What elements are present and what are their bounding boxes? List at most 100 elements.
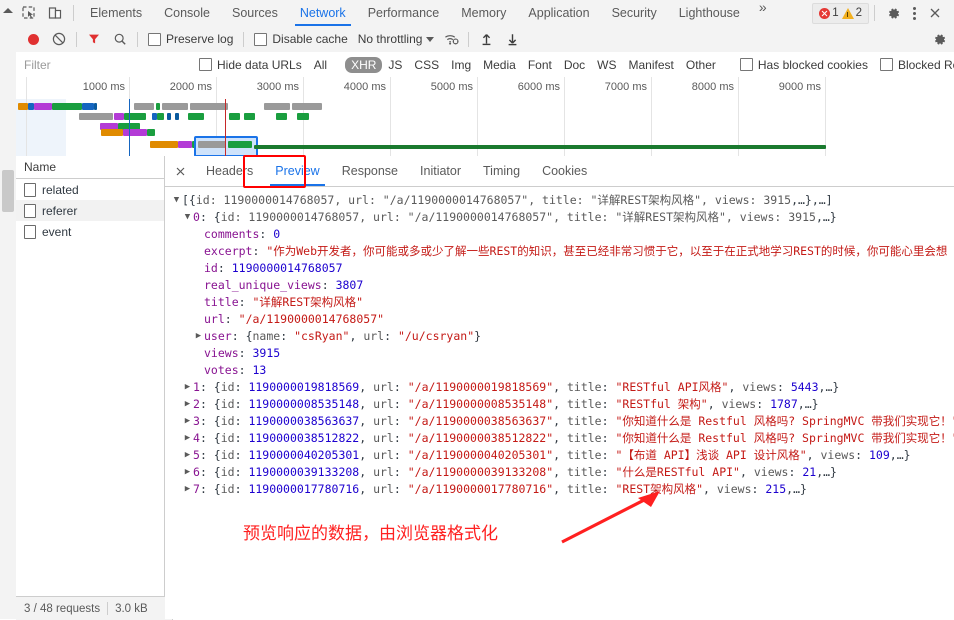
network-toolbar-right	[926, 27, 954, 51]
json-item-4-line[interactable]: ▶ 4: { id: 1190000038512822, url: "/a/11…	[171, 430, 954, 447]
search-button[interactable]	[107, 27, 133, 51]
tab-headers[interactable]: Headers	[195, 157, 264, 186]
network-overview[interactable]: 1000 ms 2000 ms 3000 ms 4000 ms 5000 ms …	[16, 77, 954, 157]
scroll-up-caret-icon[interactable]	[3, 8, 13, 13]
tab-lighthouse[interactable]: Lighthouse	[668, 0, 751, 26]
json-value: 3915	[252, 346, 281, 360]
error-badge[interactable]: 1	[819, 7, 839, 19]
expand-triangle-icon[interactable]: ▶	[182, 481, 193, 498]
tab-timing[interactable]: Timing	[472, 157, 531, 186]
json-prop-real-unique-views: real_unique_views : 3807	[204, 278, 364, 292]
preserve-log-label: Preserve log	[166, 32, 234, 46]
devtools-tabbar: Elements Console Sources Network Perform…	[16, 0, 954, 27]
device-toolbar-icon[interactable]	[42, 1, 68, 25]
collapse-triangle-icon[interactable]: ▼	[171, 192, 182, 209]
json-value: 1190000017780716	[248, 482, 360, 496]
filter-type-ws[interactable]: WS	[591, 57, 622, 73]
expand-triangle-icon[interactable]: ▶	[193, 328, 204, 345]
clear-button[interactable]	[46, 27, 72, 51]
tabbar-right-controls: 1 2	[812, 1, 954, 25]
tab-network[interactable]: Network	[289, 0, 357, 26]
json-key: url	[373, 482, 394, 496]
list-item[interactable]: event	[16, 221, 164, 242]
record-button[interactable]	[20, 27, 46, 51]
tab-initiator[interactable]: Initiator	[409, 157, 472, 186]
tab-elements[interactable]: Elements	[79, 0, 153, 26]
expand-triangle-icon[interactable]: ▶	[182, 413, 193, 430]
filter-type-font[interactable]: Font	[522, 57, 558, 73]
gear-icon[interactable]	[880, 1, 906, 25]
json-key: comments	[204, 227, 260, 241]
json-key: url	[363, 329, 385, 343]
tab-performance[interactable]: Performance	[357, 0, 451, 26]
has-blocked-cookies-checkbox[interactable]: Has blocked cookies	[734, 58, 874, 72]
inspect-element-icon[interactable]	[16, 1, 42, 25]
blocked-requests-checkbox[interactable]: Blocked Requests	[874, 58, 954, 72]
network-settings-icon[interactable]	[926, 27, 952, 51]
warning-badge[interactable]: 2	[841, 7, 862, 19]
load-event-marker	[225, 99, 226, 156]
tab-cookies[interactable]: Cookies	[531, 157, 598, 186]
filter-type-xhr[interactable]: XHR	[345, 56, 383, 73]
kebab-menu-icon[interactable]	[906, 3, 922, 23]
filter-type-js[interactable]: JS	[382, 57, 408, 73]
hide-data-urls-checkbox[interactable]: Hide data URLs	[193, 58, 308, 72]
network-conditions-icon[interactable]	[438, 27, 464, 51]
json-key: id	[220, 380, 235, 394]
tab-response[interactable]: Response	[331, 157, 409, 186]
collapse-triangle-icon[interactable]: ▼	[182, 209, 193, 226]
filter-type-manifest[interactable]: Manifest	[623, 57, 680, 73]
filter-toggle-button[interactable]	[81, 27, 107, 51]
filter-type-media[interactable]: Media	[477, 57, 522, 73]
json-key: url	[373, 465, 394, 479]
issues-badges[interactable]: 1 2	[812, 2, 869, 24]
json-item-3-line[interactable]: ▶ 3: { id: 1190000038563637, url: "/a/11…	[171, 413, 954, 430]
filter-type-doc[interactable]: Doc	[558, 57, 591, 73]
expand-triangle-icon[interactable]: ▶	[182, 396, 193, 413]
more-tabs-chevron-icon[interactable]: »	[751, 0, 775, 26]
export-har-icon[interactable]	[499, 27, 525, 51]
overview-tick-label: 9000 ms	[778, 81, 821, 93]
expand-triangle-icon[interactable]: ▶	[182, 447, 193, 464]
list-item[interactable]: related	[16, 179, 164, 200]
json-root-line[interactable]: ▼ [{ id: 1190000014768057, url: "/a/1190…	[171, 192, 954, 209]
tab-console[interactable]: Console	[153, 0, 221, 26]
list-item[interactable]: referer	[16, 200, 164, 221]
import-har-icon[interactable]	[473, 27, 499, 51]
json-item-1-line[interactable]: ▶ 1: { id: 1190000019818569, url: "/a/11…	[171, 379, 954, 396]
chevron-down-icon	[426, 36, 435, 42]
record-icon	[27, 33, 39, 45]
tab-security[interactable]: Security	[601, 0, 668, 26]
json-item-2-line[interactable]: ▶ 2: { id: 1190000008535148, url: "/a/11…	[171, 396, 954, 413]
filter-type-img[interactable]: Img	[445, 57, 477, 73]
filter-type-other[interactable]: Other	[680, 57, 722, 73]
request-bar	[190, 103, 228, 110]
error-count: 1	[832, 7, 839, 19]
disable-cache-checkbox[interactable]: Disable cache	[248, 32, 353, 46]
close-icon[interactable]	[922, 1, 948, 25]
expand-triangle-icon[interactable]: ▶	[182, 464, 193, 481]
json-prop-user[interactable]: ▶ user : { name : "csRyan" , url : "/u/c…	[171, 328, 954, 345]
close-icon[interactable]	[165, 157, 195, 186]
request-bar	[114, 113, 124, 120]
request-bar	[198, 141, 226, 148]
json-item-6-line[interactable]: ▶ 6: { id: 1190000039133208, url: "/a/11…	[171, 464, 954, 481]
expand-triangle-icon[interactable]: ▶	[182, 430, 193, 447]
preserve-log-checkbox[interactable]: Preserve log	[142, 32, 239, 46]
tab-memory[interactable]: Memory	[450, 0, 517, 26]
json-item-5-line[interactable]: ▶ 5: { id: 1190000040205301, url: "/a/11…	[171, 447, 954, 464]
json-preview-tree[interactable]: ▼ [{ id: 1190000014768057, url: "/a/1190…	[165, 186, 954, 619]
filter-input[interactable]	[16, 51, 181, 78]
filter-type-all[interactable]: All	[308, 57, 333, 73]
tab-sources[interactable]: Sources	[221, 0, 289, 26]
vertical-scrollbar-thumb[interactable]	[2, 170, 14, 212]
tab-application[interactable]: Application	[517, 0, 600, 26]
json-item-7-line[interactable]: ▶ 7: { id: 1190000017780716, url: "/a/11…	[171, 481, 954, 498]
tab-preview[interactable]: Preview	[264, 157, 330, 186]
json-value: 13	[252, 363, 267, 377]
throttling-select[interactable]: No throttling	[354, 32, 439, 46]
json-item-0-line[interactable]: ▼ 0 : { id: 1190000014768057, url: "/a/1…	[171, 209, 954, 226]
filter-type-css[interactable]: CSS	[408, 57, 445, 73]
requests-column-header[interactable]: Name	[16, 156, 164, 179]
expand-triangle-icon[interactable]: ▶	[182, 379, 193, 396]
